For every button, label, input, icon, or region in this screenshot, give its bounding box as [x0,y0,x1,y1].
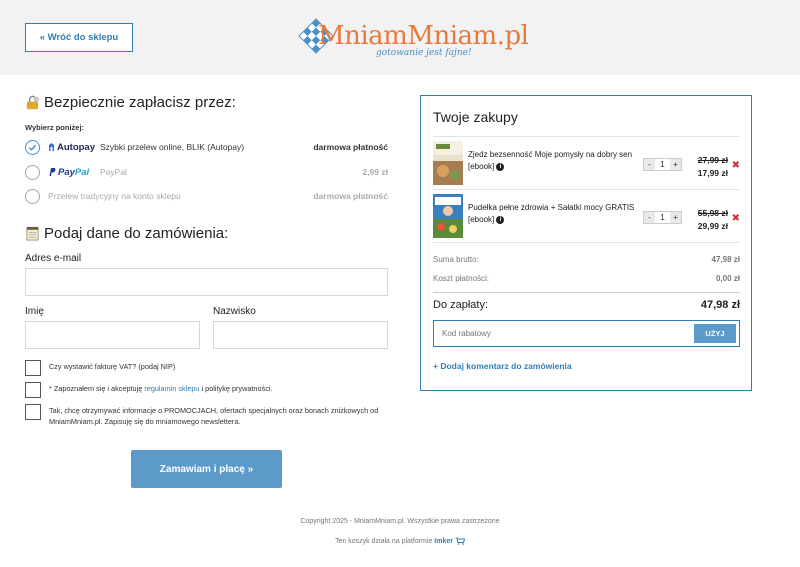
invoice-row[interactable]: Czy wystawić fakturę VAT? (podaj NIP) [25,360,388,376]
terms-prefix: * Zapoznałem się i akceptuję [49,384,145,393]
last-name-label: Nazwisko [213,306,256,317]
product-name: Pudełka pełne zdrowia + Sałatki mocy GRA… [468,202,640,226]
check-icon [28,144,37,151]
platform-link[interactable]: Imker [434,538,453,545]
notepad-icon [26,226,39,241]
payment-cost-row: Koszt płatności: 0,00 zł [433,274,740,283]
logo-text: MniamMniam.pl [318,21,529,51]
copyright-text: Copyright 2025 - MniamMniam.pl. Wszystki… [300,518,500,525]
terms-row[interactable]: * Zapoznałem się i akceptuję regulamin s… [25,382,388,398]
payment-radio-autopay[interactable] [25,139,40,155]
logo-tagline: gotowanie jest fajne! [376,48,472,58]
gross-sum-value: 47,98 zł [711,255,740,264]
invoice-checkbox[interactable] [25,360,41,376]
first-name-field[interactable] [25,321,200,349]
qty-value[interactable]: 1 [655,212,670,223]
first-name-label: Imię [25,306,44,317]
newsletter-checkbox[interactable] [25,404,41,420]
cart-title: Twoje zakupy [433,109,518,125]
total-row: Do zapłaty: 47,98 zł [433,299,740,311]
old-price: 55,98 zł [697,208,728,218]
qty-increase-button[interactable]: + [670,159,681,170]
product-thumbnail [433,194,463,238]
price: 17,99 zł [697,168,728,178]
lock-icon [26,95,40,110]
payment-cost-value: 0,00 zł [715,274,740,283]
email-label: Adres e-mail [25,253,82,264]
info-icon[interactable]: i [496,162,505,171]
coupon-box: UŻYJ [433,320,740,347]
total-value: 47,98 zł [700,299,740,311]
paypal-logo: PayPal [48,167,100,178]
platform-text: Ten koszyk działa na platformie Imker [0,537,800,545]
product-name-text: Pudełka pełne zdrowia + Sałatki mocy GRA… [468,203,635,224]
payment-desc: PayPal [100,167,127,177]
autopay-logo: Autopay [48,142,100,153]
autopay-logo-text: Autopay [57,141,95,153]
gross-sum-row: Suma brutto: 47,98 zł [433,255,740,264]
old-price: 27,99 zł [697,155,728,165]
autopay-mark-icon [49,143,54,151]
qty-increase-button[interactable]: + [670,212,681,223]
payment-cost-label: Koszt płatności: [433,274,490,283]
site-logo[interactable]: MniamMniam.pl gotowanie jest fajne! [296,14,529,62]
payment-desc: Szybki przelew online, BLIK (Autopay) [100,142,245,152]
cart-panel: Twoje zakupy Zjedz bezsenność Moje pomys… [420,95,752,391]
divider [433,189,740,190]
payment-section-title: Bezpiecznie zapłacisz przez: [25,94,236,111]
divider [433,292,740,293]
product-thumbnail [433,141,463,185]
qty-value[interactable]: 1 [655,159,670,170]
back-to-shop-button[interactable]: « Wróć do sklepu [25,23,133,52]
coupon-input[interactable] [442,321,692,346]
product-name: Zjedz bezsenność Moje pomysły na dobry s… [468,149,640,173]
terms-checkbox[interactable] [25,382,41,398]
terms-suffix: i politykę prywatności. [199,384,273,393]
quantity-stepper[interactable]: - 1 + [643,211,682,224]
payment-title-text: Bezpiecznie zapłacisz przez: [44,94,236,111]
submit-order-button[interactable]: Zamawiam i płacę » [131,450,282,488]
newsletter-label: Tak, chcę otrzymywać informacje o PROMOC… [49,406,379,426]
payment-radio-transfer[interactable] [25,188,40,204]
cart-item: Pudełka pełne zdrowia + Sałatki mocy GRA… [433,194,740,240]
payment-option-transfer[interactable]: Przelew tradycyjny na konto sklepu darmo… [25,186,388,206]
divider [433,242,740,243]
payment-price: darmowa płatność [313,142,388,152]
payment-option-paypal[interactable]: PayPal PayPal 2,99 zł [25,162,388,182]
qty-decrease-button[interactable]: - [644,212,655,223]
quantity-stepper[interactable]: - 1 + [643,158,682,171]
remove-item-icon[interactable]: ✖ [732,213,740,224]
order-form-title: Podaj dane do zamówienia: [25,225,228,242]
payment-price: darmowa płatność [313,191,388,201]
apply-coupon-button[interactable]: UŻYJ [694,324,736,343]
remove-item-icon[interactable]: ✖ [732,160,740,171]
gross-sum-label: Suma brutto: [433,255,479,264]
paypal-mark-icon [49,168,56,176]
newsletter-row[interactable]: Tak, chcę otrzymywać informacje o PROMOC… [25,404,388,427]
info-icon[interactable]: i [496,215,505,224]
last-name-field[interactable] [213,321,388,349]
total-label: Do zapłaty: [433,299,489,311]
cart-item: Zjedz bezsenność Moje pomysły na dobry s… [433,141,740,187]
platform-prefix: Ten koszyk działa na platformie [335,537,435,545]
add-comment-link[interactable]: + Dodaj komentarz do zamówienia [433,361,572,371]
payment-desc: Przelew tradycyjny na konto sklepu [48,191,181,201]
payment-option-autopay[interactable]: Autopay Szybki przelew online, BLIK (Aut… [25,137,388,157]
price: 29,99 zł [697,221,728,231]
qty-decrease-button[interactable]: - [644,159,655,170]
paypal-logo-text: PayPal [58,166,90,178]
cart-icon [455,537,466,545]
order-form-title-text: Podaj dane do zamówienia: [44,225,229,242]
payment-radio-paypal[interactable] [25,164,40,180]
divider [433,136,740,137]
payment-price: 2,99 zł [362,167,388,177]
invoice-label: Czy wystawić fakturę VAT? (podaj NIP) [49,362,176,371]
terms-label: * Zapoznałem się i akceptuję regulamin s… [49,382,273,394]
header-bar: « Wróć do sklepu MniamMniam.pl gotowanie… [0,0,800,75]
terms-link[interactable]: regulamin sklepu [144,384,199,393]
email-field[interactable] [25,268,388,296]
choose-payment-label: Wybierz poniżej: [25,123,85,132]
product-name-text: Zjedz bezsenność Moje pomysły na dobry s… [468,150,633,171]
